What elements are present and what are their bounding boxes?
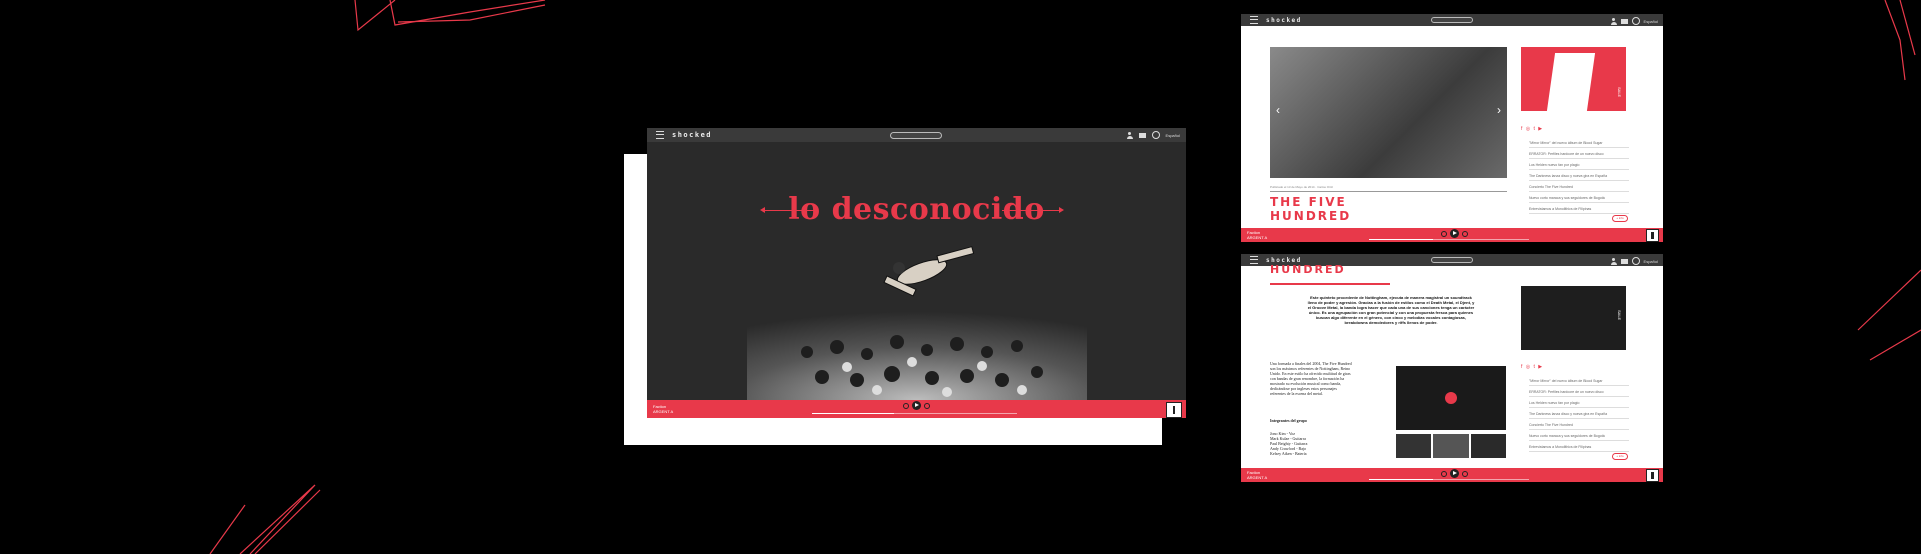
album-thumbnail[interactable] [1646, 229, 1659, 242]
top-bar: shocked Español [647, 128, 1186, 142]
carousel-next-icon[interactable]: › [1497, 103, 1501, 117]
page-title: lo desconocido [788, 192, 1045, 227]
news-item[interactable]: Entrevistamos a Monolithics de Filipinas [1529, 445, 1629, 452]
news-item[interactable]: Los Helden nuevo fan por plagio [1529, 163, 1629, 170]
progress-bar[interactable] [1369, 479, 1529, 480]
news-item[interactable]: Los Helden nuevo fan por plagio [1529, 401, 1629, 408]
album-thumbnail[interactable] [1646, 469, 1659, 482]
next-button[interactable] [1462, 230, 1468, 237]
globe-icon[interactable] [1631, 17, 1640, 25]
social-icons[interactable]: f ◎ t ▶ [1521, 126, 1543, 132]
news-item[interactable]: Nuevo corto maraca y sus seguidores de B… [1529, 196, 1629, 203]
next-button[interactable] [924, 402, 930, 409]
band-title: HUNDRED [1270, 263, 1346, 276]
mail-icon[interactable] [1138, 132, 1146, 138]
search-input[interactable] [1431, 17, 1473, 23]
play-button[interactable] [1450, 469, 1459, 478]
ad-label: SALE [1617, 87, 1622, 98]
news-item[interactable]: The Darkness lanza disco y nueva gira en… [1529, 412, 1629, 419]
globe-icon[interactable] [1631, 257, 1640, 265]
news-item[interactable]: ERRATOR: Perfiles hardcore de un nuevo d… [1529, 152, 1629, 159]
band-title: THE FIVE HUNDRED [1270, 195, 1352, 223]
members-heading: Integrantes del grupo [1270, 418, 1307, 423]
news-item[interactable]: ERRATOR: Perfiles hardcore de un nuevo d… [1529, 390, 1629, 397]
photo-caption: Publicado el 13 de Mayo de 2014 · Carlos… [1270, 185, 1334, 189]
play-button[interactable] [1450, 229, 1459, 238]
menu-icon[interactable] [1250, 16, 1258, 24]
previous-button[interactable] [1441, 470, 1447, 477]
user-icon[interactable] [1610, 17, 1617, 25]
news-item[interactable]: "Mirror Mirror" del nuevo álbum de Blood… [1529, 141, 1629, 148]
search-input[interactable] [1431, 257, 1473, 263]
members-list: Jono Kim - Voz Mark Kulae - Guitarra Pau… [1270, 431, 1308, 456]
news-list: "Mirror Mirror" del nuevo álbum de Blood… [1529, 379, 1629, 456]
news-list: "Mirror Mirror" del nuevo álbum de Blood… [1529, 141, 1629, 218]
menu-icon[interactable] [656, 131, 664, 139]
music-player: Faction ARGENT A [1241, 468, 1663, 482]
crowd-photo [747, 246, 1087, 400]
news-item[interactable]: Nuevo corto maraca y sus seguidores de B… [1529, 434, 1629, 441]
headline-arrow-right [1002, 207, 1064, 213]
band-bio: Una formada a finales del 2004, The Five… [1270, 361, 1352, 396]
language-selector[interactable]: Español [1644, 259, 1658, 264]
news-item[interactable]: The Darkness lanza disco y nueva gira en… [1529, 174, 1629, 181]
video-play-icon[interactable] [1445, 392, 1457, 404]
carousel-prev-icon[interactable]: ‹ [1276, 103, 1280, 117]
title-underline [1270, 283, 1390, 285]
music-player: Faction ARGENT A [1241, 228, 1663, 242]
band-intro: Este quinteto procedente de Nottingham, … [1307, 295, 1475, 325]
previous-button[interactable] [1441, 230, 1447, 237]
top-bar: shocked Español [1241, 14, 1663, 26]
news-item[interactable]: Entrevistamos a Monolithics de Filipinas [1529, 207, 1629, 214]
ad-banner[interactable]: SALE [1521, 286, 1626, 350]
band-photo: ‹ › [1270, 47, 1507, 178]
language-selector[interactable]: Español [1166, 133, 1180, 138]
ad-label: SALE [1617, 310, 1622, 321]
track-artist: ARGENT A [653, 409, 674, 414]
logo[interactable]: shocked [1266, 17, 1302, 24]
divider [1270, 191, 1507, 192]
news-item[interactable]: Concierto The Five Hundred [1529, 423, 1629, 430]
music-player: Faction ARGENT A [647, 400, 1186, 418]
user-icon[interactable] [1610, 257, 1617, 265]
news-item[interactable]: Concierto The Five Hundred [1529, 185, 1629, 192]
more-button[interactable]: + info [1612, 215, 1628, 222]
band-window: shocked Español ‹ › Publicado el 13 de M… [1241, 14, 1663, 242]
search-input[interactable] [890, 132, 942, 139]
news-item[interactable]: "Mirror Mirror" del nuevo álbum de Blood… [1529, 379, 1629, 386]
track-artist: ARGENT A [1247, 235, 1268, 240]
band-detail-window: shocked Español HUNDRED Este quinteto pr… [1241, 254, 1663, 482]
next-button[interactable] [1462, 470, 1468, 477]
mail-icon[interactable] [1620, 258, 1628, 264]
language-selector[interactable]: Español [1644, 19, 1658, 24]
album-thumbnail[interactable] [1166, 402, 1182, 418]
globe-icon[interactable] [1151, 131, 1160, 139]
logo[interactable]: shocked [672, 131, 712, 139]
social-icons[interactable]: f ◎ t ▶ [1521, 364, 1543, 370]
more-button[interactable]: + info [1612, 453, 1628, 460]
gallery-thumbnails[interactable] [1396, 434, 1506, 458]
previous-button[interactable] [903, 402, 909, 409]
play-button[interactable] [912, 401, 921, 410]
menu-icon[interactable] [1250, 256, 1258, 264]
progress-bar[interactable] [1369, 239, 1529, 240]
video-player[interactable] [1396, 366, 1506, 430]
user-icon[interactable] [1126, 131, 1133, 139]
home-window: shocked Español lo desconocido Faction A… [647, 128, 1186, 418]
mail-icon[interactable] [1620, 18, 1628, 24]
track-artist: ARGENT A [1247, 475, 1268, 480]
progress-bar[interactable] [812, 413, 1017, 414]
hero-section: lo desconocido [647, 142, 1186, 400]
ad-banner[interactable]: SALE [1521, 47, 1626, 111]
